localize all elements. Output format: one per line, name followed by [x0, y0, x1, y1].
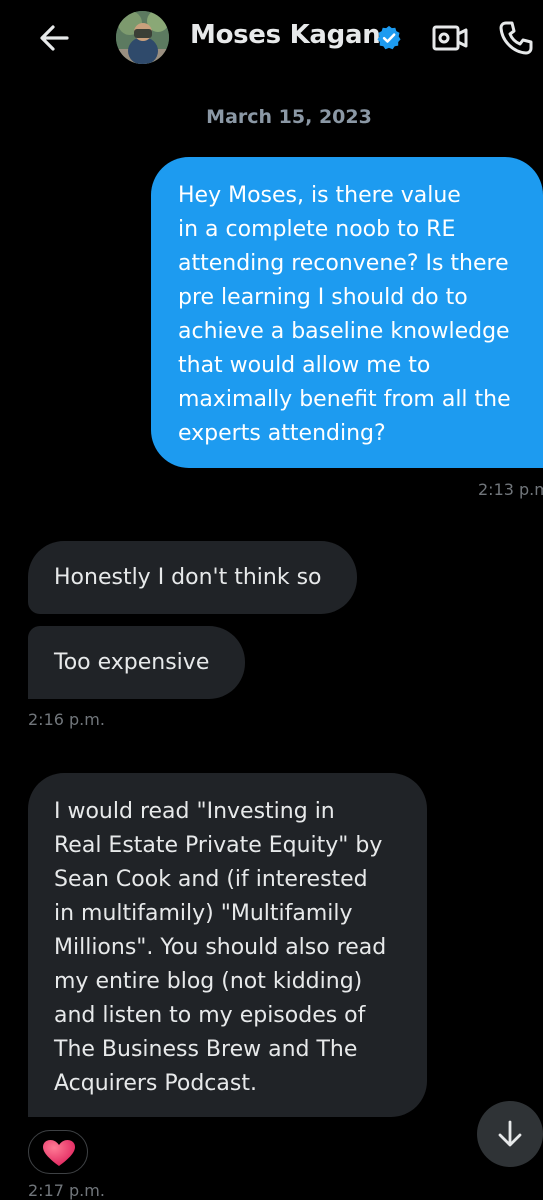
contact-name[interactable]: Moses Kagan [190, 20, 381, 50]
incoming-message-bubble[interactable]: I would read "Investing in Real Estate P… [28, 773, 427, 1117]
message-text-line: experts attending? [178, 421, 386, 446]
message-text-line: I would read "Investing in [54, 799, 335, 824]
message-text-line: attending reconvene? Is there [178, 251, 509, 276]
incoming-message-bubble[interactable]: Honestly I don't think so [28, 541, 357, 614]
verified-badge-icon [377, 25, 401, 50]
message-text-line: Sean Cook and (if interested [54, 867, 368, 892]
back-arrow-icon [40, 25, 69, 51]
message-text-line: Too expensive [54, 650, 210, 675]
message-text-line: maximally benefit from all the [178, 387, 511, 412]
scroll-to-bottom-button[interactable] [477, 1101, 543, 1167]
avatar[interactable] [116, 11, 169, 64]
message-text-line: Millions". You should also read [54, 935, 387, 960]
conversation-header: Moses Kagan [0, 0, 543, 76]
message-text-line: The Business Brew and The [54, 1037, 358, 1062]
video-call-button[interactable] [430, 18, 470, 58]
message-text-line: in a complete noob to RE [178, 217, 456, 242]
heart-reaction-icon [43, 1140, 75, 1166]
message-timestamp: 2:17 p.m. [28, 1181, 105, 1200]
message-text-line: in multifamily) "Multifamily [54, 901, 353, 926]
date-divider: March 15, 2023 [206, 106, 372, 128]
message-text-line: pre learning I should do to [178, 285, 468, 310]
profile-photo-icon [116, 11, 169, 64]
verified-badge [375, 24, 403, 52]
heart-reaction[interactable] [28, 1130, 88, 1174]
message-text-line: Real Estate Private Equity" by [54, 833, 383, 858]
phone-icon [499, 21, 533, 55]
video-call-icon [432, 25, 468, 51]
message-text-line: achieve a baseline knowledge [178, 319, 510, 344]
message-text-line: Hey Moses, is there value [178, 183, 461, 208]
incoming-message-bubble[interactable]: Too expensive [28, 626, 245, 699]
message-timestamp: 2:13 p.m. [478, 480, 543, 499]
message-text-line: Acquirers Podcast. [54, 1071, 257, 1096]
outgoing-message-bubble[interactable]: Hey Moses, is there value in a complete … [151, 157, 543, 468]
back-button[interactable] [36, 20, 72, 56]
arrow-down-icon [498, 1120, 522, 1147]
message-text-line: that would allow me to [178, 353, 431, 378]
phone-call-button[interactable] [496, 18, 536, 58]
message-text-line: my entire blog (not kidding) [54, 969, 363, 994]
message-timestamp: 2:16 p.m. [28, 710, 105, 729]
message-text-line: Honestly I don't think so [54, 565, 322, 590]
message-text-line: and listen to my episodes of [54, 1003, 366, 1028]
